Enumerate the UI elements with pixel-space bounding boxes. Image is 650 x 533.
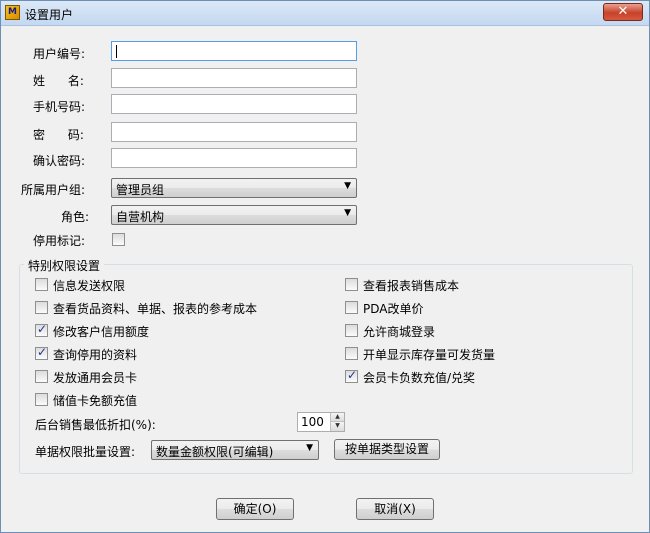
- set-by-doc-type-button[interactable]: 按单据类型设置: [334, 439, 440, 460]
- role-label: 角色:: [61, 210, 90, 224]
- phone-input[interactable]: [111, 94, 357, 114]
- perm-checkbox[interactable]: [35, 278, 48, 291]
- perm-label: 允许商城登录: [363, 325, 436, 339]
- name-label: 姓 名:: [33, 74, 84, 88]
- password-label: 密 码:: [33, 128, 84, 142]
- batch-permission-label: 单据权限批量设置:: [35, 445, 136, 459]
- perm-label: 开单显示库存量可发货量: [363, 348, 496, 362]
- text-caret: [116, 45, 117, 58]
- perm-label: 发放通用会员卡: [53, 371, 138, 385]
- perm-label: 储值卡免额充值: [53, 394, 138, 408]
- spin-up-icon[interactable]: ▲: [330, 413, 344, 422]
- cancel-button[interactable]: 取消(X): [356, 498, 434, 520]
- chevron-down-icon: ▼: [344, 181, 351, 191]
- user-no-label: 用户编号:: [33, 47, 86, 61]
- perm-label: PDA改单价: [363, 302, 424, 316]
- dialog-body: 用户编号: 姓 名: 手机号码: 密 码: 确认密码: 所属用户组: 管理员组 …: [1, 26, 649, 532]
- perm-checkbox[interactable]: [345, 347, 358, 360]
- phone-label: 手机号码:: [33, 100, 86, 114]
- app-icon: M: [5, 5, 20, 20]
- ok-button[interactable]: 确定(O): [216, 498, 294, 520]
- password-input[interactable]: [111, 122, 357, 142]
- check-icon: ✓: [37, 345, 48, 359]
- check-icon: ✓: [347, 368, 358, 382]
- perm-checkbox[interactable]: [35, 301, 48, 314]
- perm-checkbox[interactable]: [345, 278, 358, 291]
- confirm-password-label: 确认密码:: [33, 154, 86, 168]
- chevron-down-icon: ▼: [344, 208, 351, 218]
- perm-checkbox[interactable]: ✓: [345, 368, 358, 383]
- title-bar[interactable]: M 设置用户 ✕: [1, 1, 649, 26]
- user-group-select[interactable]: 管理员组 ▼: [111, 178, 357, 198]
- perm-label: 查询停用的资料: [53, 348, 138, 362]
- role-select[interactable]: 自营机构 ▼: [111, 205, 357, 225]
- window-title: 设置用户: [25, 8, 74, 22]
- close-button[interactable]: ✕: [603, 3, 643, 21]
- perm-checkbox[interactable]: [345, 301, 358, 314]
- perm-label: 会员卡负数充值/兑奖: [363, 371, 476, 385]
- min-discount-spinner[interactable]: 100 ▲ ▼: [297, 412, 345, 432]
- perm-checkbox[interactable]: [35, 370, 48, 383]
- batch-permission-select[interactable]: 数量金额权限(可编辑) ▼: [151, 440, 319, 460]
- name-input[interactable]: [111, 68, 357, 88]
- perm-label: 信息发送权限: [53, 279, 126, 293]
- perm-label: 修改客户信用额度: [53, 325, 150, 339]
- chevron-down-icon: ▼: [306, 443, 313, 453]
- disabled-flag-label: 停用标记:: [33, 234, 86, 248]
- user-no-input[interactable]: [111, 41, 357, 61]
- confirm-password-input[interactable]: [111, 148, 357, 168]
- perm-label: 查看报表销售成本: [363, 279, 460, 293]
- permissions-group-title: 特别权限设置: [24, 257, 105, 274]
- perm-checkbox[interactable]: ✓: [35, 345, 48, 360]
- min-discount-label: 后台销售最低折扣(%):: [35, 418, 156, 432]
- disabled-flag-checkbox[interactable]: [112, 233, 125, 246]
- check-icon: ✓: [37, 322, 48, 336]
- perm-checkbox[interactable]: [345, 324, 358, 337]
- close-icon: ✕: [617, 4, 629, 19]
- perm-checkbox[interactable]: [35, 393, 48, 406]
- perm-checkbox[interactable]: ✓: [35, 322, 48, 337]
- spin-down-icon[interactable]: ▼: [330, 422, 344, 431]
- dialog-window: M 设置用户 ✕ 用户编号: 姓 名: 手机号码: 密 码: 确认密码: 所属用…: [0, 0, 650, 533]
- perm-label: 查看货品资料、单据、报表的参考成本: [53, 302, 258, 316]
- user-group-label: 所属用户组:: [21, 183, 86, 197]
